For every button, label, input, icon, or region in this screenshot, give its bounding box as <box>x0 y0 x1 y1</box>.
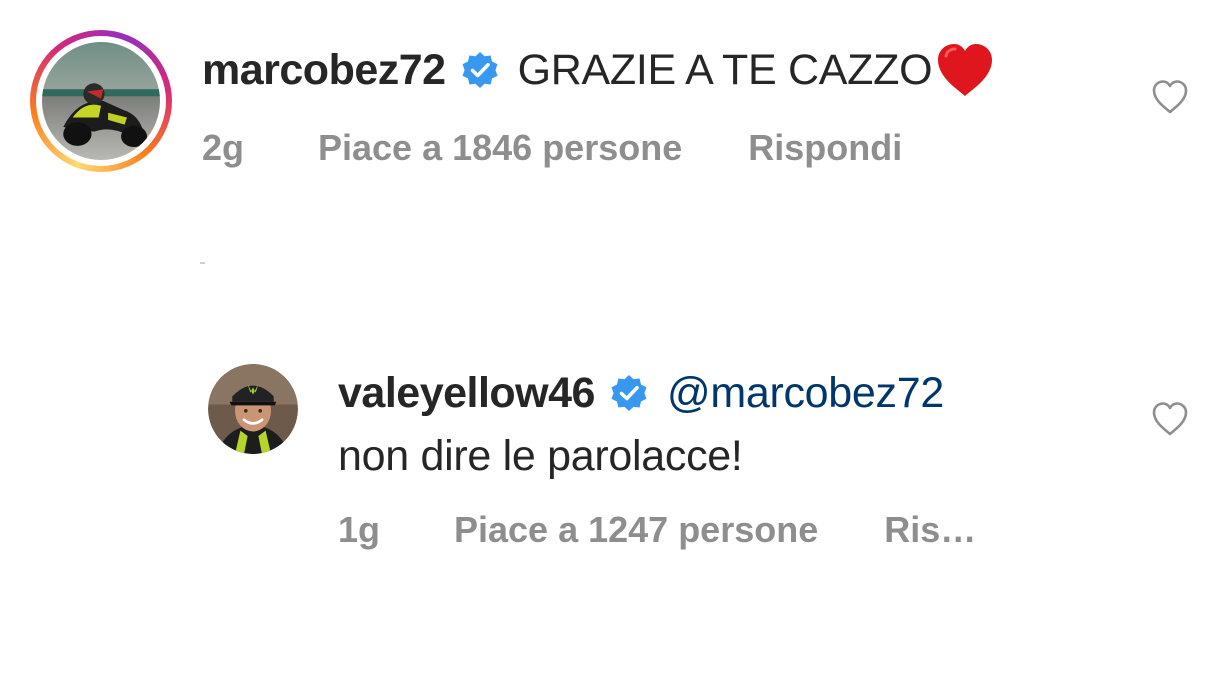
red-heart-emoji-icon <box>938 44 993 96</box>
like-heart-icon[interactable] <box>1151 79 1189 115</box>
avatar-valeyellow46[interactable] <box>208 364 298 454</box>
likes-count[interactable]: Piace a 1846 persone <box>318 127 682 169</box>
rider-portrait-photo-icon <box>208 364 298 454</box>
verified-badge-icon <box>462 52 498 88</box>
comment-line: valeyellow46 @marcobez72 <box>338 365 944 421</box>
comment-text: non dire le parolacce! <box>338 431 743 480</box>
comment-line: marcobez72 GRAZIE A TE CAZZO <box>202 42 996 98</box>
comment-meta: 2g Piace a 1846 persone Rispondi <box>202 126 902 170</box>
username[interactable]: marcobez72 <box>202 46 446 95</box>
likes-count[interactable]: Piace a 1247 persone <box>454 509 818 551</box>
username[interactable]: valeyellow46 <box>338 369 595 418</box>
comment-text-line: non dire le parolacce! <box>338 428 743 484</box>
avatar-ring <box>36 36 166 166</box>
reply-button[interactable]: Rispondi <box>748 127 902 169</box>
motorcycle-rider-photo-icon <box>42 42 160 160</box>
mention-link[interactable]: @marcobez72 <box>667 369 944 418</box>
reply-button[interactable]: Ris… <box>884 509 976 551</box>
divider-mark <box>200 262 205 264</box>
avatar-marcobez72[interactable] <box>30 30 172 172</box>
timestamp: 1g <box>338 509 381 550</box>
comment-meta: 1g Piace a 1247 persone Ris… <box>338 508 976 552</box>
comment-text: GRAZIE A TE CAZZO <box>517 45 933 94</box>
like-heart-icon[interactable] <box>1151 401 1189 437</box>
verified-badge-icon <box>611 375 647 411</box>
timestamp: 2g <box>202 127 245 168</box>
